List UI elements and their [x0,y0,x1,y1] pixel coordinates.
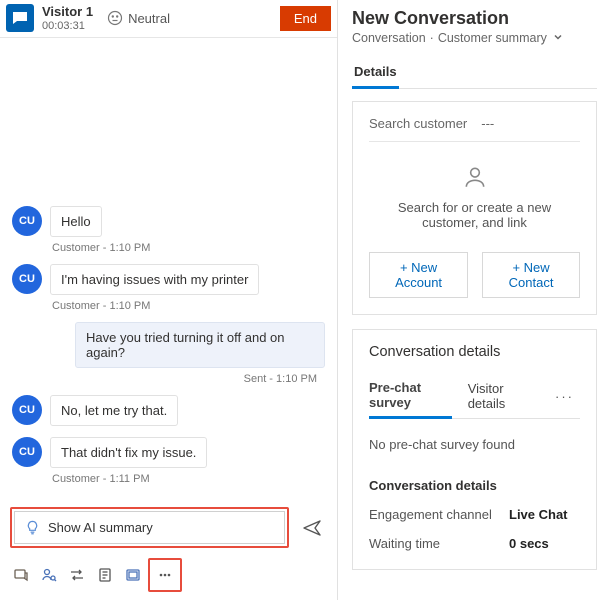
conversation-details-title: Conversation details [369,344,580,360]
customer-empty-icon-wrap [369,164,580,190]
message-meta: Customer - 1:11 PM [52,473,325,485]
visitor-info: Visitor 1 00:03:31 [42,4,93,33]
search-customer-row[interactable]: Search customer --- [369,116,580,142]
message-row: Have you tried turning it off and on aga… [12,322,325,368]
waiting-label: Waiting time [369,536,509,551]
search-customer-value: --- [481,116,494,131]
page-title: New Conversation [352,8,597,29]
breadcrumb-separator: · [430,31,434,45]
message-meta: Customer - 1:10 PM [52,242,325,254]
transfer-icon [69,567,85,583]
tab-prechat-survey[interactable]: Pre-chat survey [369,374,452,419]
conversation-inner-tabs: Pre-chat survey Visitor details ··· [369,374,580,419]
tabs-overflow-button[interactable]: ··· [549,386,580,407]
message-list: CU Hello Customer - 1:10 PM CU I'm havin… [0,38,337,501]
tab-visitor-details[interactable]: Visitor details [468,375,533,417]
more-highlight [148,558,182,592]
breadcrumb-summary[interactable]: Customer summary [438,31,547,45]
message-row: CU Hello [12,206,325,237]
chat-panel: Visitor 1 00:03:31 Neutral End CU Hello … [0,0,338,600]
visitor-timer: 00:03:31 [42,20,93,33]
customer-avatar: CU [12,437,42,467]
breadcrumb-conversation: Conversation [352,31,426,45]
engagement-label: Engagement channel [369,507,509,522]
chat-channel-icon [6,4,34,32]
kv-waiting: Waiting time 0 secs [369,536,580,551]
notes-button[interactable] [92,562,118,588]
end-button[interactable]: End [280,6,331,31]
note-icon [97,567,113,583]
visitor-name: Visitor 1 [42,4,93,20]
message-bubble: Hello [50,206,102,237]
kb-button[interactable] [120,562,146,588]
message-bubble: No, let me try that. [50,395,178,426]
sentiment-indicator: Neutral [107,10,170,26]
customer-avatar: CU [12,206,42,236]
conversation-details-subheading: Conversation details [369,478,580,493]
ai-summary-label: Show AI summary [48,520,153,535]
person-icon [462,164,488,190]
conversation-details-card: Conversation details Pre-chat survey Vis… [352,329,597,570]
person-search-icon [41,567,57,583]
message-meta: Customer - 1:10 PM [52,300,325,312]
customer-summary-panel: New Conversation Conversation · Customer… [338,0,611,600]
breadcrumb: Conversation · Customer summary [352,31,597,45]
transfer-button[interactable] [64,562,90,588]
new-account-button[interactable]: + New Account [369,252,468,298]
neutral-face-icon [107,10,123,26]
new-contact-button[interactable]: + New Contact [482,252,580,298]
no-prechat-text: No pre-chat survey found [369,437,580,452]
send-button[interactable] [297,513,327,543]
customer-actions: + New Account + New Contact [369,252,580,298]
waiting-value: 0 secs [509,536,549,551]
more-actions-button[interactable] [152,562,178,588]
message-meta: Sent - 1:10 PM [12,373,317,385]
chevron-down-icon[interactable] [553,31,563,45]
chat-header: Visitor 1 00:03:31 Neutral End [0,0,337,38]
customer-avatar: CU [12,264,42,294]
message-bubble: I'm having issues with my printer [50,264,259,295]
show-ai-summary-button[interactable]: Show AI summary [14,511,285,544]
ai-summary-highlight: Show AI summary [10,507,289,548]
sentiment-label: Neutral [128,11,170,26]
customer-card: Search customer --- Search for or create… [352,101,597,315]
message-bubble: Have you tried turning it off and on aga… [75,322,325,368]
tab-details[interactable]: Details [352,57,399,89]
ellipsis-icon [157,567,173,583]
kv-engagement: Engagement channel Live Chat [369,507,580,522]
message-row: CU That didn't fix my issue. [12,437,325,468]
chat-toolbar [0,554,337,600]
send-icon [303,519,321,537]
details-tabs: Details [352,57,597,89]
search-customer-label: Search customer [369,116,467,131]
compose-row: Show AI summary [0,501,337,554]
consult-button[interactable] [36,562,62,588]
customer-avatar: CU [12,395,42,425]
message-row: CU I'm having issues with my printer [12,264,325,295]
message-row: CU No, let me try that. [12,395,325,426]
message-bubble: That didn't fix my issue. [50,437,207,468]
quick-reply-icon [13,567,29,583]
customer-hint: Search for or create a new customer, and… [369,200,580,230]
engagement-value: Live Chat [509,507,568,522]
knowledge-icon [125,567,141,583]
quick-reply-button[interactable] [8,562,34,588]
lightbulb-icon [25,520,40,535]
